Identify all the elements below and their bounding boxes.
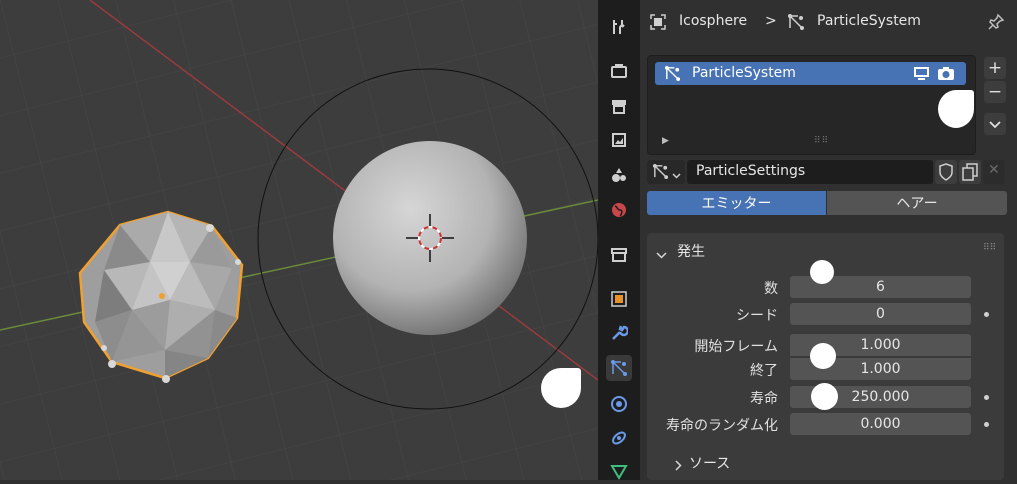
breadcrumb: Icosphere > ParticleSystem [640,0,1017,44]
keyframe-dot-icon[interactable] [984,422,989,427]
breadcrumb-separator: > [765,13,777,29]
collection-tab-icon[interactable] [606,242,632,268]
specials-menu-button[interactable] [984,113,1006,135]
source-subpanel-header[interactable]: ソース [667,451,967,475]
particles-tab-icon[interactable] [606,355,632,381]
touch-marker-count [810,260,834,284]
shield-icon [938,163,954,185]
settings-browse-button[interactable] [647,160,685,184]
touch-marker-lifetime [811,383,838,410]
particle-system-icon [787,13,805,35]
source-subpanel-title: ソース [689,456,731,472]
chevron-down-icon [656,244,667,263]
particle-settings-name-field[interactable]: ParticleSettings [687,160,933,184]
object-origin [159,293,165,299]
frame-end-label: 終了 [750,363,778,379]
3d-viewport[interactable] [0,0,598,480]
tab-hair[interactable]: ヘアー [827,191,1007,215]
keyframe-dot-icon[interactable] [984,312,989,317]
viewport-canvas [0,0,598,480]
seed-label: シード [736,308,778,324]
object-icon [649,13,667,35]
particle-settings-name: ParticleSettings [696,163,806,179]
list-item-particle-system[interactable]: ParticleSystem [655,62,966,85]
particle-settings-icon [652,163,669,184]
close-icon: ✕ [988,162,1000,178]
duplicate-settings-button[interactable] [959,160,981,184]
chevron-right-icon [675,456,682,475]
emission-panel-title: 発生 [677,244,705,260]
object-tab-icon[interactable] [606,286,632,312]
add-particle-system-button[interactable]: + [984,57,1006,79]
chevron-down-icon [672,167,681,183]
pointer-marker-add-button [938,90,974,128]
uv-sphere-object[interactable] [333,141,527,335]
breadcrumb-object[interactable]: Icosphere [679,13,747,29]
lifetime-random-field[interactable]: 0.000 [790,413,971,435]
tab-emitter[interactable]: エミッター [647,191,826,215]
pin-icon[interactable] [987,13,1005,35]
unlink-settings-button[interactable]: ✕ [983,160,1005,184]
constraints-tab-icon[interactable] [606,425,632,451]
duplicate-icon [962,163,978,185]
view-layer-tab-icon[interactable] [606,127,632,153]
world-tab-icon[interactable] [606,197,632,223]
count-label: 数 [764,281,778,297]
render-tab-icon[interactable] [606,58,632,84]
particle-system-list[interactable]: ParticleSystem ▶ ⠿⠿ [647,55,976,155]
properties-tab-bar [598,0,640,480]
pointer-marker-particles-tab [541,368,581,408]
expand-arrow-icon[interactable]: ▶ [662,136,669,146]
show-viewport-icon[interactable] [913,66,930,85]
scene-tab-icon[interactable] [606,162,632,188]
output-tab-icon[interactable] [606,93,632,119]
particle-system-icon [664,65,681,86]
breadcrumb-particle-system[interactable]: ParticleSystem [817,13,921,29]
drag-handle-icon[interactable]: ⠿⠿ [983,243,996,253]
physics-tab-icon[interactable] [606,391,632,417]
frame-start-label: 開始フレーム [694,339,778,355]
modifier-tab-icon[interactable] [606,320,632,346]
fake-user-button[interactable] [935,160,957,184]
lifetime-label: 寿命 [750,391,778,407]
list-item-label: ParticleSystem [692,65,796,81]
tool-tab-icon[interactable] [606,14,632,40]
seed-field[interactable]: 0 [790,303,971,325]
touch-marker-frame [810,343,836,369]
show-render-icon[interactable] [937,66,955,85]
remove-particle-system-button[interactable]: − [984,81,1006,103]
lifetime-random-label: 寿命のランダム化 [666,418,778,434]
keyframe-dot-icon[interactable] [984,395,989,400]
chevron-down-icon [989,114,1001,134]
object-data-tab-icon[interactable] [606,458,632,484]
resize-grip-icon[interactable]: ⠿⠿ [814,136,829,146]
particle-settings-selector: ParticleSettings ✕ [647,160,1007,184]
